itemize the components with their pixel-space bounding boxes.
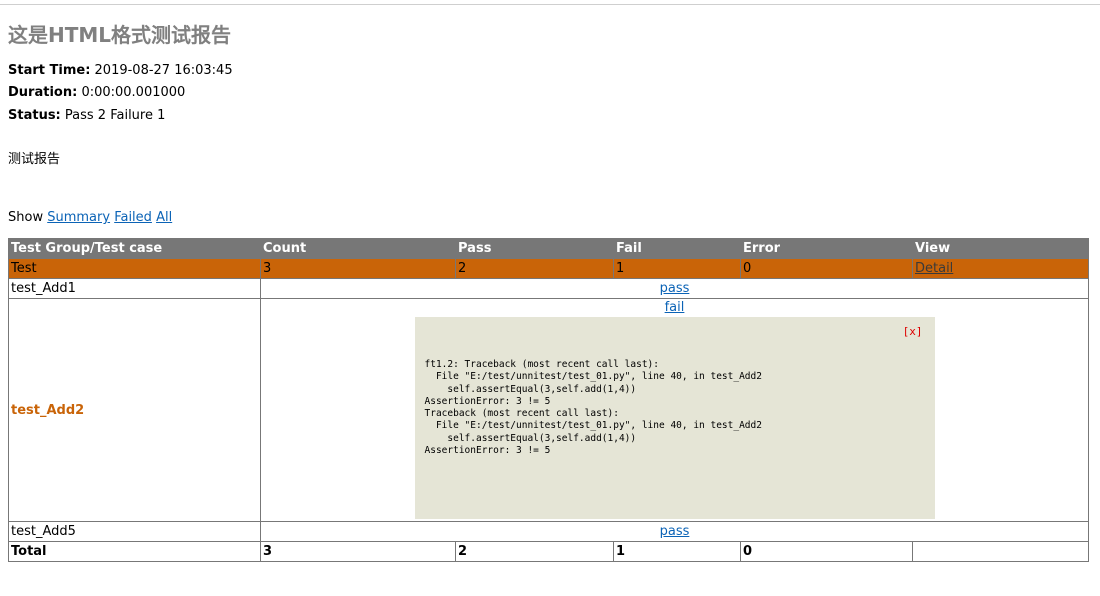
duration-value: 0:00:00.001000 <box>81 85 186 100</box>
header-count: Count <box>260 238 456 259</box>
total-fail: 1 <box>613 541 741 562</box>
case-status-link[interactable]: pass <box>660 524 690 539</box>
case-status-cell: pass <box>260 278 1089 299</box>
case-name: test_Add1 <box>8 278 261 299</box>
duration-label: Duration: <box>8 85 78 100</box>
case-status-cell: fail [x] ft1.2: Traceback (most recent c… <box>260 298 1089 522</box>
show-summary-link[interactable]: Summary <box>47 210 110 225</box>
case-name: test_Add2 <box>8 298 261 522</box>
case-status-link[interactable]: fail <box>665 300 685 315</box>
status: Status: Pass 2 Failure 1 <box>8 108 165 124</box>
group-name: Test <box>8 258 261 279</box>
duration: Duration: 0:00:00.001000 <box>8 85 185 101</box>
header-pass: Pass <box>455 238 614 259</box>
header-fail: Fail <box>613 238 741 259</box>
show-failed-link[interactable]: Failed <box>114 210 152 225</box>
show-all-link[interactable]: All <box>156 210 172 225</box>
case-status-cell: pass <box>260 521 1089 542</box>
group-error: 0 <box>740 258 913 279</box>
total-error: 0 <box>740 541 913 562</box>
total-row: Total 3 2 1 0 <box>8 541 1089 562</box>
case-status-link[interactable]: pass <box>660 281 690 296</box>
total-count: 3 <box>260 541 456 562</box>
show-filter: Show Summary Failed All <box>8 210 172 226</box>
fail-detail-popup: [x] ft1.2: Traceback (most recent call l… <box>414 317 935 519</box>
header-error: Error <box>740 238 913 259</box>
header-view: View <box>912 238 1089 259</box>
case-name: test_Add5 <box>8 521 261 542</box>
detail-link[interactable]: Detail <box>915 261 953 276</box>
show-label: Show <box>8 210 44 225</box>
report-description: 测试报告 <box>8 152 61 167</box>
page-title: 这是HTML格式测试报告 <box>8 23 232 47</box>
table-row: test_Add1 pass <box>8 278 1089 299</box>
total-pass: 2 <box>455 541 614 562</box>
start-time-label: Start Time: <box>8 63 91 78</box>
top-divider <box>0 4 1100 5</box>
start-time-value: 2019-08-27 16:03:45 <box>94 63 233 78</box>
traceback-text: ft1.2: Traceback (most recent call last)… <box>424 359 762 457</box>
total-label: Total <box>8 541 261 562</box>
table-row: test_Add5 pass <box>8 521 1089 542</box>
table-header-row: Test Group/Test case Count Pass Fail Err… <box>8 238 1089 259</box>
group-row: Test 3 2 1 0 Detail <box>8 258 1089 279</box>
total-view <box>912 541 1089 562</box>
group-view: Detail <box>912 258 1089 279</box>
header-test-group: Test Group/Test case <box>8 238 261 259</box>
group-pass: 2 <box>455 258 614 279</box>
start-time: Start Time: 2019-08-27 16:03:45 <box>8 63 233 79</box>
status-value: Pass 2 Failure 1 <box>64 108 166 123</box>
result-table: Test Group/Test case Count Pass Fail Err… <box>8 238 1089 562</box>
status-label: Status: <box>8 108 61 123</box>
group-fail: 1 <box>613 258 741 279</box>
close-icon[interactable]: [x] <box>903 325 923 338</box>
group-count: 3 <box>260 258 456 279</box>
table-row: test_Add2 fail [x] ft1.2: Traceback (mos… <box>8 298 1089 522</box>
